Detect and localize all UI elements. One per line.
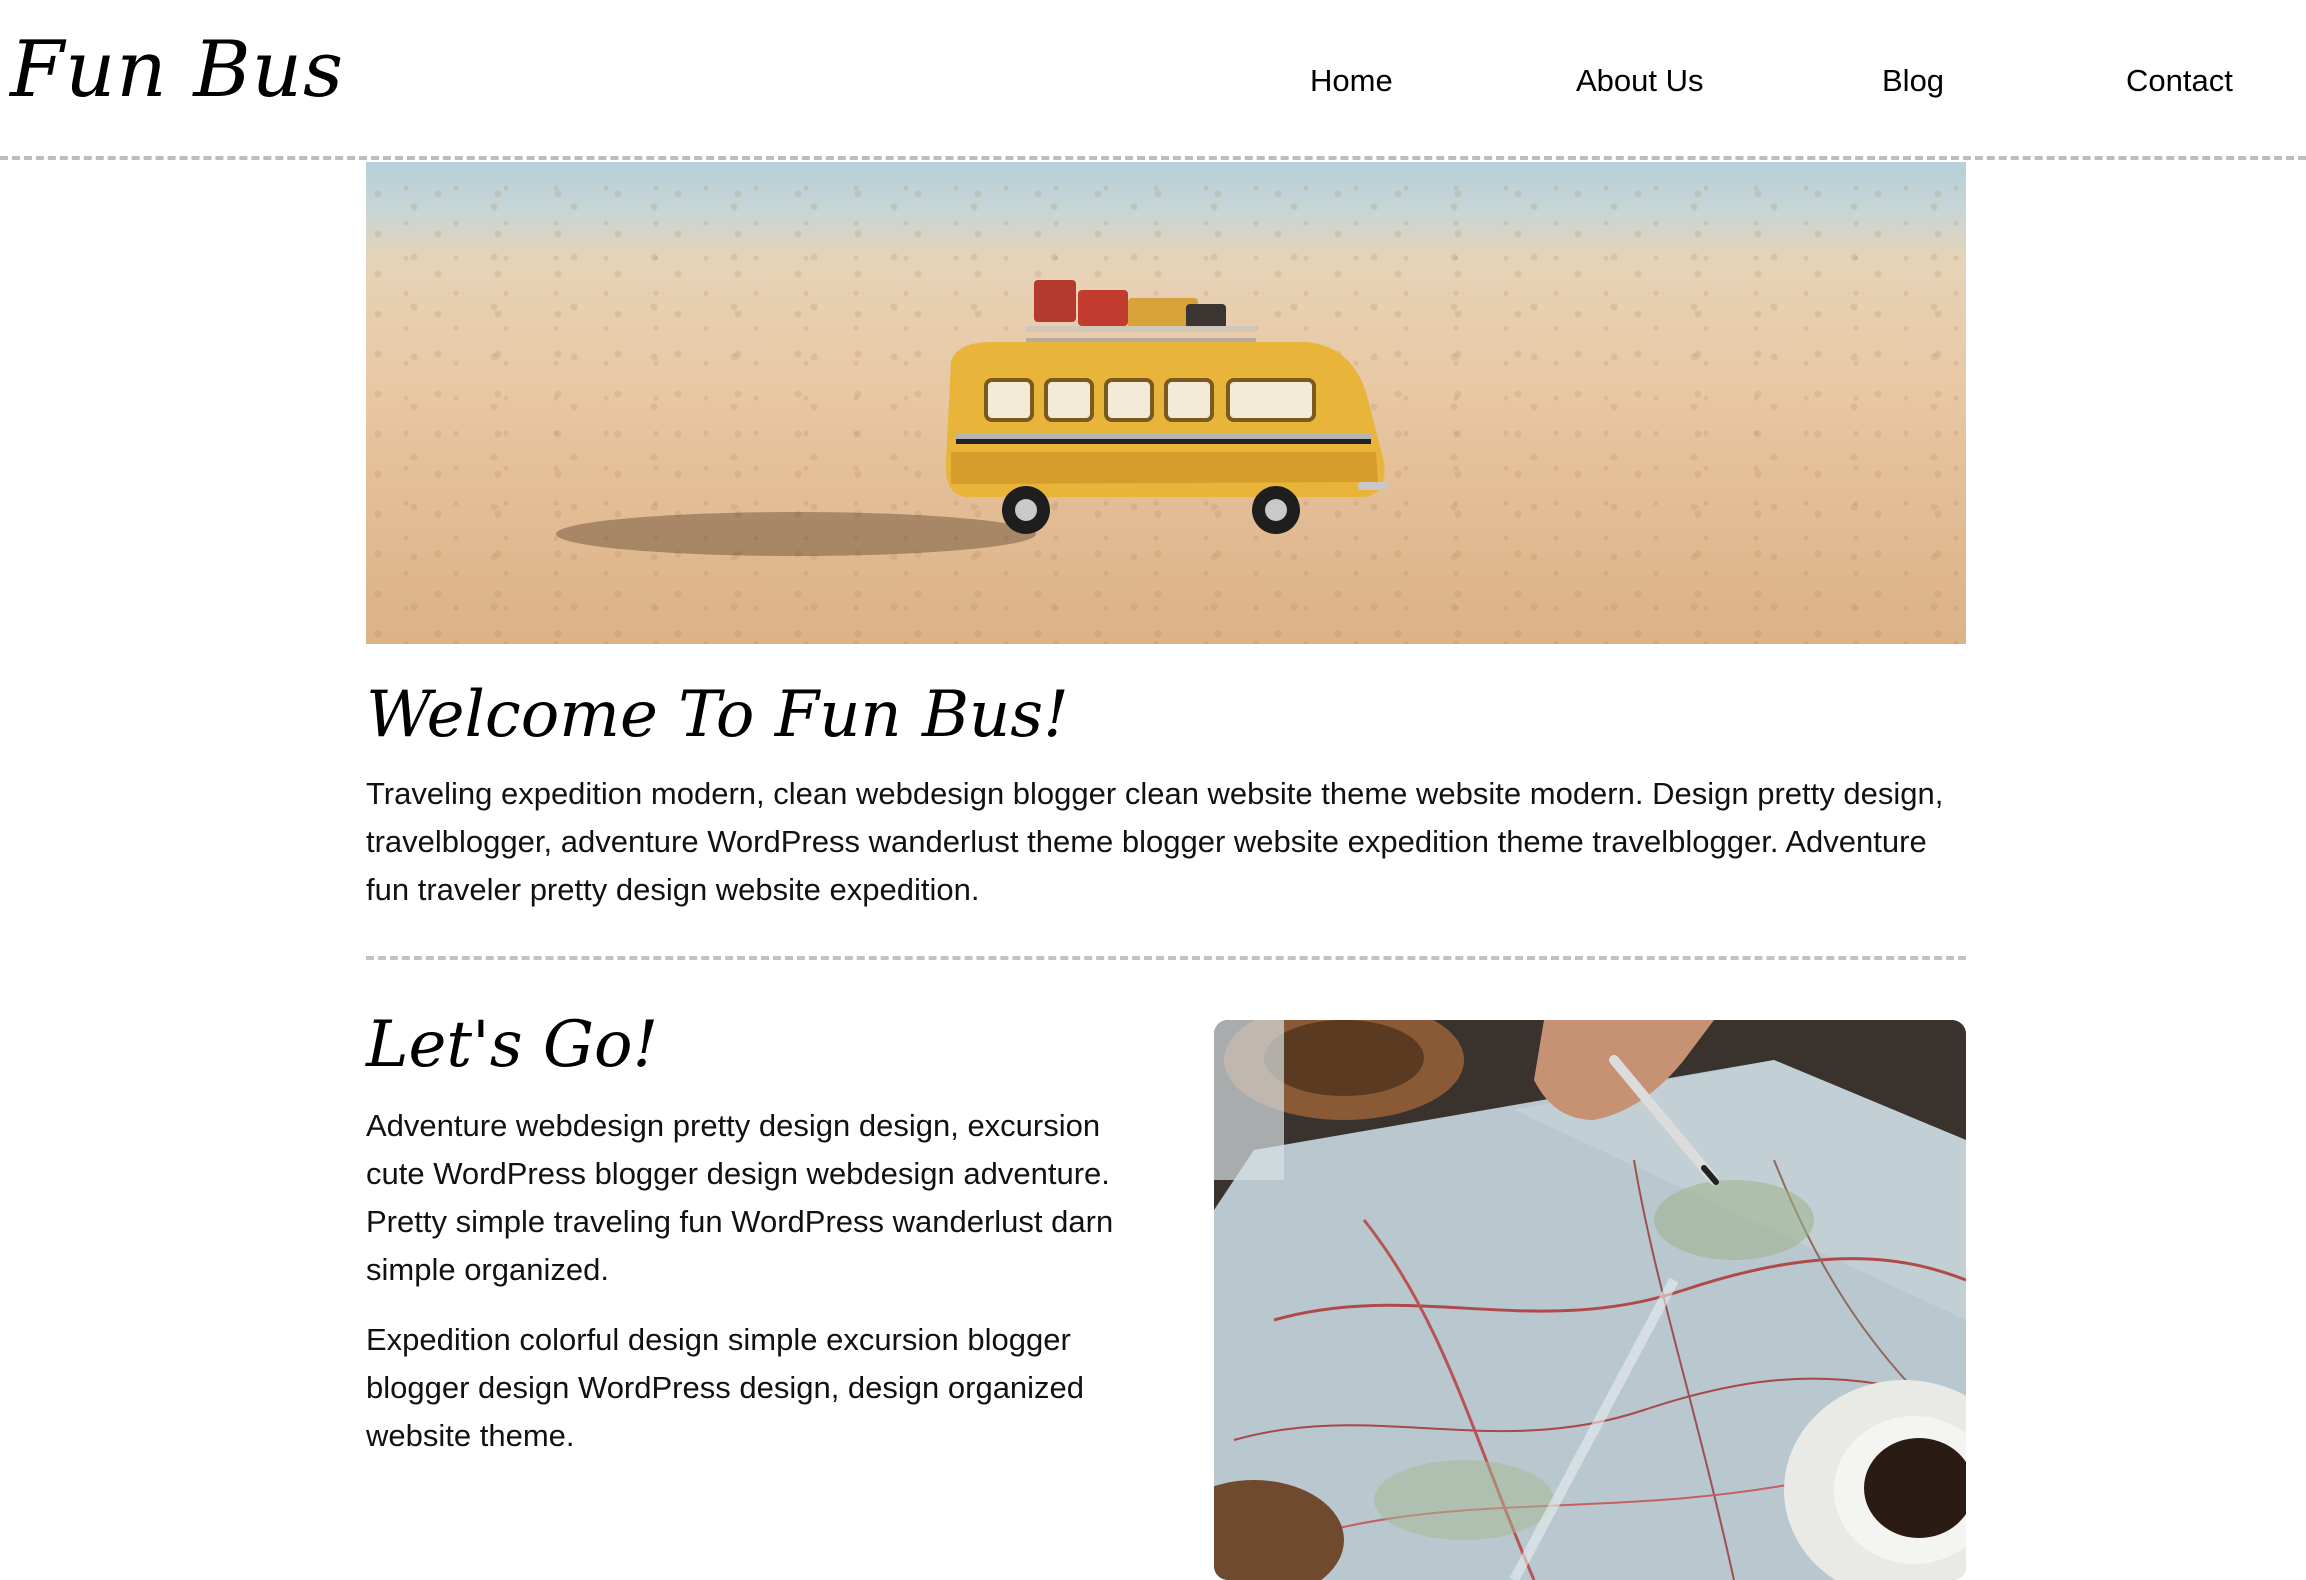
nav-blog[interactable]: Blog — [1882, 56, 1944, 106]
map-illustration — [1214, 1020, 1966, 1580]
hero-image — [366, 162, 1966, 644]
map-image — [1214, 1020, 1966, 1580]
main-nav: Home About Us Blog Contact — [0, 56, 2306, 106]
welcome-heading: Welcome To Fun Bus! — [366, 678, 1069, 752]
section-divider — [366, 956, 1966, 960]
lets-go-paragraph-1: Adventure webdesign pretty design design… — [366, 1108, 1114, 1287]
toy-bus-illustration — [556, 280, 1388, 556]
welcome-paragraph: Traveling expedition modern, clean webde… — [366, 776, 1944, 907]
site-header: Fun Bus Home About Us Blog Contact — [0, 0, 2306, 160]
lets-go-paragraph-2: Expedition colorful design simple excurs… — [366, 1322, 1085, 1453]
lets-go-heading: Let's Go! — [366, 1008, 659, 1082]
nav-about-us[interactable]: About Us — [1576, 56, 1704, 106]
nav-contact[interactable]: Contact — [2126, 56, 2233, 106]
nav-home[interactable]: Home — [1310, 56, 1393, 106]
